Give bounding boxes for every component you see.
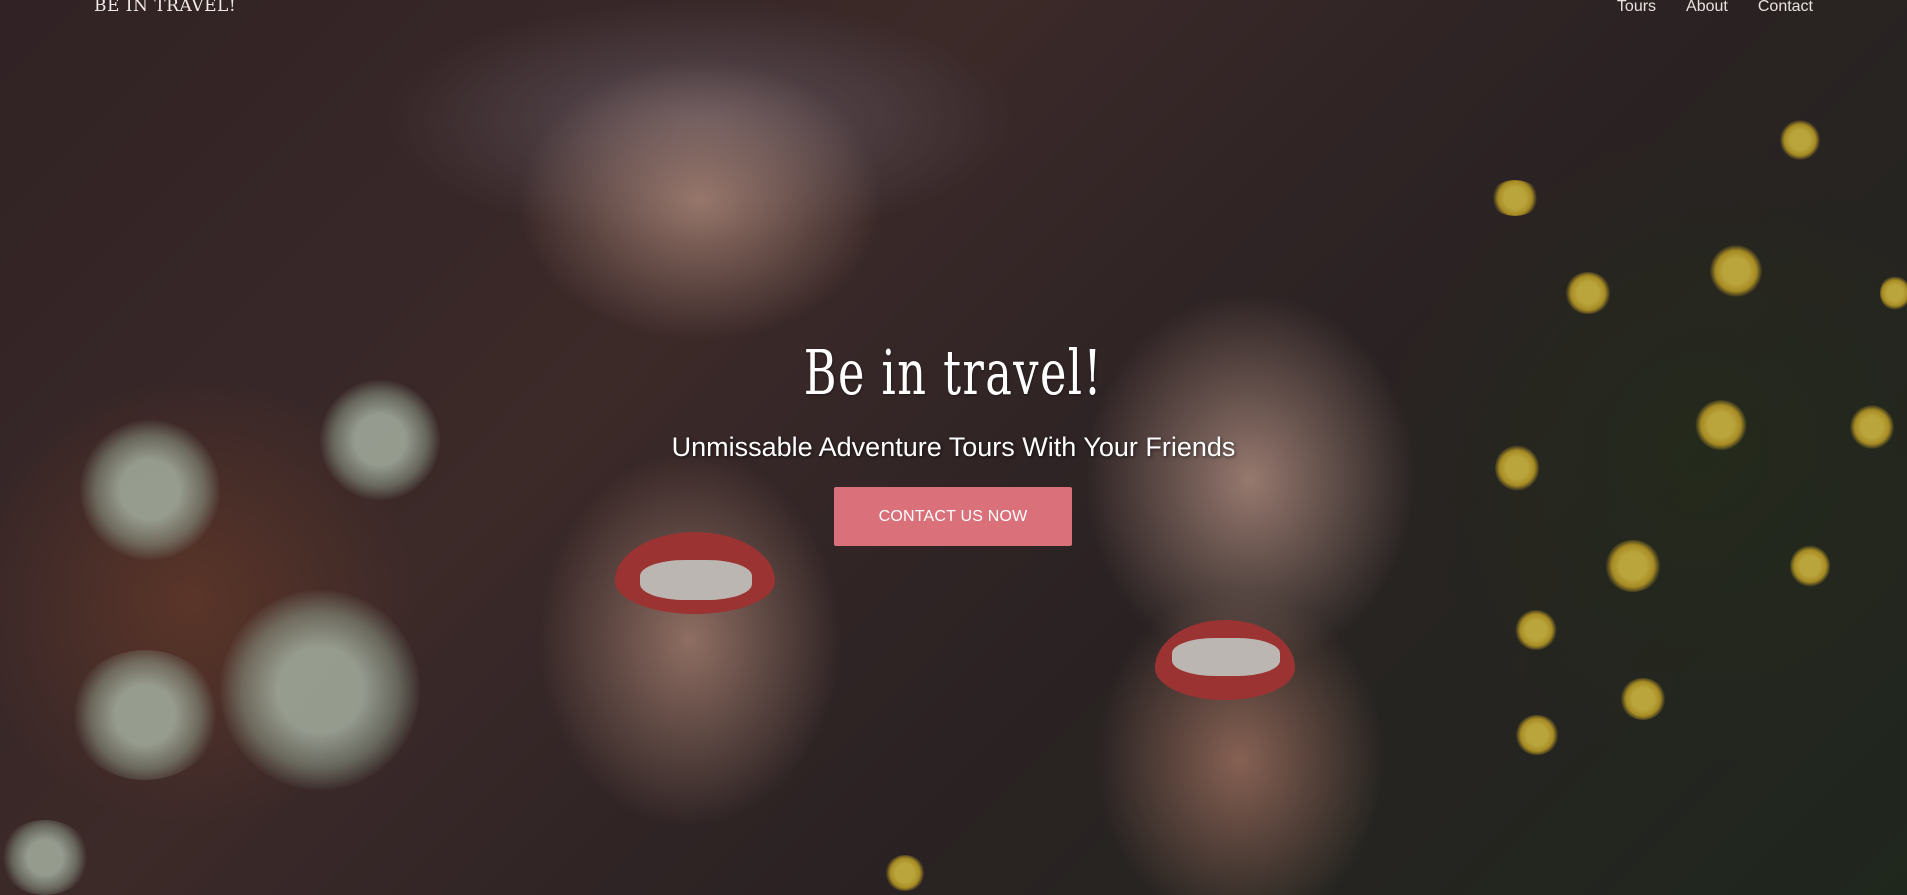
hero-title: Be in travel! — [803, 336, 1103, 409]
hero-subtitle: Unmissable Adventure Tours With Your Fri… — [671, 432, 1236, 462]
top-navigation: Be in travel! Tours About Contact — [0, 0, 1907, 20]
nav-links: Tours About Contact — [1617, 0, 1813, 16]
nav-link-tours[interactable]: Tours — [1617, 0, 1656, 16]
nav-link-contact[interactable]: Contact — [1758, 0, 1813, 16]
hero-section: Be in travel! Tours About Contact Be in … — [0, 0, 1907, 895]
nav-link-about[interactable]: About — [1686, 0, 1728, 16]
brand-logo[interactable]: Be in travel! — [94, 0, 236, 16]
contact-us-button[interactable]: CONTACT US NOW — [834, 487, 1072, 546]
